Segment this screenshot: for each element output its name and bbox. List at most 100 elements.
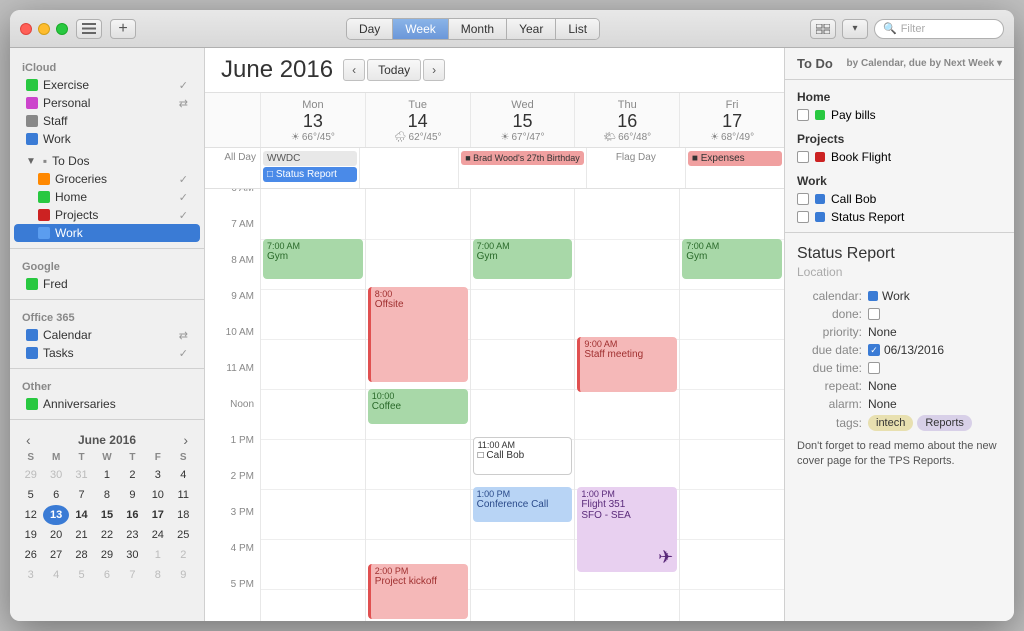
- cal-date[interactable]: 16: [120, 505, 145, 525]
- cal-date[interactable]: 3: [18, 565, 43, 585]
- cal-date[interactable]: 8: [94, 485, 119, 505]
- cal-date[interactable]: 9: [120, 485, 145, 505]
- sidebar-item-exercise[interactable]: Exercise ✓: [14, 76, 200, 94]
- cal-date[interactable]: 1: [94, 465, 119, 485]
- due-date-checkbox[interactable]: ✓: [868, 344, 880, 356]
- allday-event[interactable]: ■ Expenses: [688, 151, 782, 166]
- day-col-tue[interactable]: 8:00 Offsite 10:00 Coffee 2:00 PM Projec…: [365, 189, 470, 621]
- allday-fri[interactable]: ■ Expenses: [685, 148, 784, 188]
- cal-date[interactable]: 28: [69, 545, 94, 565]
- cal-date[interactable]: 7: [120, 565, 145, 585]
- cal-date[interactable]: 5: [69, 565, 94, 585]
- day-col-mon[interactable]: 7:00 AM Gym: [260, 189, 365, 621]
- allday-wed[interactable]: ■ Brad Wood's 27th Birthday: [458, 148, 586, 188]
- todo-checkbox[interactable]: [797, 193, 809, 205]
- event-conference-call[interactable]: 1:00 PM Conference Call: [473, 487, 573, 522]
- cal-date[interactable]: 30: [43, 465, 68, 485]
- dropdown-button[interactable]: ▾: [842, 19, 868, 39]
- event-staff-meeting[interactable]: 9:00 AM Staff meeting: [577, 337, 677, 392]
- cal-date[interactable]: 24: [145, 525, 170, 545]
- cal-date[interactable]: 26: [18, 545, 43, 565]
- cal-date[interactable]: 20: [43, 525, 68, 545]
- sidebar-item-anniversaries[interactable]: Anniversaries: [14, 395, 200, 413]
- tab-day[interactable]: Day: [347, 19, 393, 39]
- sidebar-item-personal[interactable]: Personal ⇄: [14, 94, 200, 112]
- sidebar-item-work-todo[interactable]: Work: [14, 224, 200, 242]
- cal-date-today[interactable]: 13: [43, 505, 68, 525]
- cal-date[interactable]: 2: [120, 465, 145, 485]
- allday-mon[interactable]: WWDC □ Status Report: [260, 148, 359, 188]
- day-col-thu[interactable]: 9:00 AM Staff meeting 1:00 PM Flight 351…: [574, 189, 679, 621]
- prev-week-button[interactable]: ‹: [343, 59, 365, 81]
- tab-month[interactable]: Month: [449, 19, 507, 39]
- mini-cal-next[interactable]: ›: [179, 432, 192, 448]
- event-flight[interactable]: 1:00 PM Flight 351 SFO - SEA ✈: [577, 487, 677, 572]
- todo-checkbox[interactable]: [797, 151, 809, 163]
- cal-date[interactable]: 4: [171, 465, 196, 485]
- view-toggle-button[interactable]: [810, 19, 836, 39]
- cal-date[interactable]: 21: [69, 525, 94, 545]
- todo-item[interactable]: Pay bills: [797, 106, 1002, 124]
- sidebar-item-staff[interactable]: Staff: [14, 112, 200, 130]
- todo-filter[interactable]: by Calendar, due by Next Week ▾: [847, 58, 1002, 69]
- event-offsite[interactable]: 8:00 Offsite: [368, 287, 468, 382]
- cal-date[interactable]: 11: [171, 485, 196, 505]
- cal-date[interactable]: 25: [171, 525, 196, 545]
- todo-checkbox[interactable]: [797, 211, 809, 223]
- cal-date[interactable]: 12: [18, 505, 43, 525]
- sidebar-item-groceries[interactable]: Groceries ✓: [14, 170, 200, 188]
- cal-date[interactable]: 3: [145, 465, 170, 485]
- allday-event[interactable]: ■ Brad Wood's 27th Birthday: [461, 151, 584, 165]
- cal-date[interactable]: 8: [145, 565, 170, 585]
- cal-date[interactable]: 10: [145, 485, 170, 505]
- allday-event[interactable]: WWDC: [263, 151, 357, 166]
- sidebar-item-todos-header[interactable]: ▼ ▪ To Dos: [14, 152, 200, 170]
- sidebar-item-calendar[interactable]: Calendar ⇄: [14, 326, 200, 344]
- done-checkbox[interactable]: [868, 308, 880, 320]
- tag-reports[interactable]: Reports: [917, 415, 972, 431]
- cal-date[interactable]: 23: [120, 525, 145, 545]
- cal-date[interactable]: 5: [18, 485, 43, 505]
- tab-list[interactable]: List: [556, 19, 599, 39]
- maximize-button[interactable]: [56, 23, 68, 35]
- tag-intech[interactable]: intech: [868, 415, 913, 431]
- event-coffee[interactable]: 10:00 Coffee: [368, 389, 468, 424]
- todo-checkbox[interactable]: [797, 109, 809, 121]
- sidebar-item-projects[interactable]: Projects ✓: [14, 206, 200, 224]
- minimize-button[interactable]: [38, 23, 50, 35]
- cal-date[interactable]: 31: [69, 465, 94, 485]
- tab-year[interactable]: Year: [507, 19, 556, 39]
- sidebar-item-fred[interactable]: Fred: [14, 275, 200, 293]
- cal-date[interactable]: 4: [43, 565, 68, 585]
- allday-event[interactable]: □ Status Report: [263, 167, 357, 182]
- cal-date[interactable]: 6: [43, 485, 68, 505]
- allday-thu[interactable]: Flag Day: [586, 148, 685, 188]
- event-project-kickoff[interactable]: 2:00 PM Project kickoff: [368, 564, 468, 619]
- today-button[interactable]: Today: [367, 59, 421, 81]
- cal-date[interactable]: 1: [145, 545, 170, 565]
- cal-date[interactable]: 17: [145, 505, 170, 525]
- todo-item[interactable]: Book Flight: [797, 148, 1002, 166]
- event-gym-fri[interactable]: 7:00 AM Gym: [682, 239, 782, 279]
- close-button[interactable]: [20, 23, 32, 35]
- sidebar-toggle-button[interactable]: [76, 19, 102, 39]
- cal-date[interactable]: 29: [94, 545, 119, 565]
- todo-item[interactable]: Status Report: [797, 208, 1002, 226]
- sidebar-item-tasks[interactable]: Tasks ✓: [14, 344, 200, 362]
- next-week-button[interactable]: ›: [423, 59, 445, 81]
- cal-date[interactable]: 18: [171, 505, 196, 525]
- event-gym-wed[interactable]: 7:00 AM Gym: [473, 239, 573, 279]
- cal-date[interactable]: 30: [120, 545, 145, 565]
- allday-tue[interactable]: [359, 148, 458, 188]
- cal-date[interactable]: 22: [94, 525, 119, 545]
- mini-cal-prev[interactable]: ‹: [22, 432, 35, 448]
- day-col-wed[interactable]: 7:00 AM Gym 11:00 AM □ Call Bob 1:00 PM …: [470, 189, 575, 621]
- due-time-checkbox[interactable]: [868, 362, 880, 374]
- tab-week[interactable]: Week: [393, 19, 448, 39]
- day-col-fri[interactable]: 7:00 AM Gym: [679, 189, 784, 621]
- search-bar[interactable]: 🔍 Filter: [874, 19, 1004, 39]
- cal-date[interactable]: 15: [94, 505, 119, 525]
- add-button[interactable]: +: [110, 19, 136, 39]
- cal-date[interactable]: 9: [171, 565, 196, 585]
- cal-date[interactable]: 6: [94, 565, 119, 585]
